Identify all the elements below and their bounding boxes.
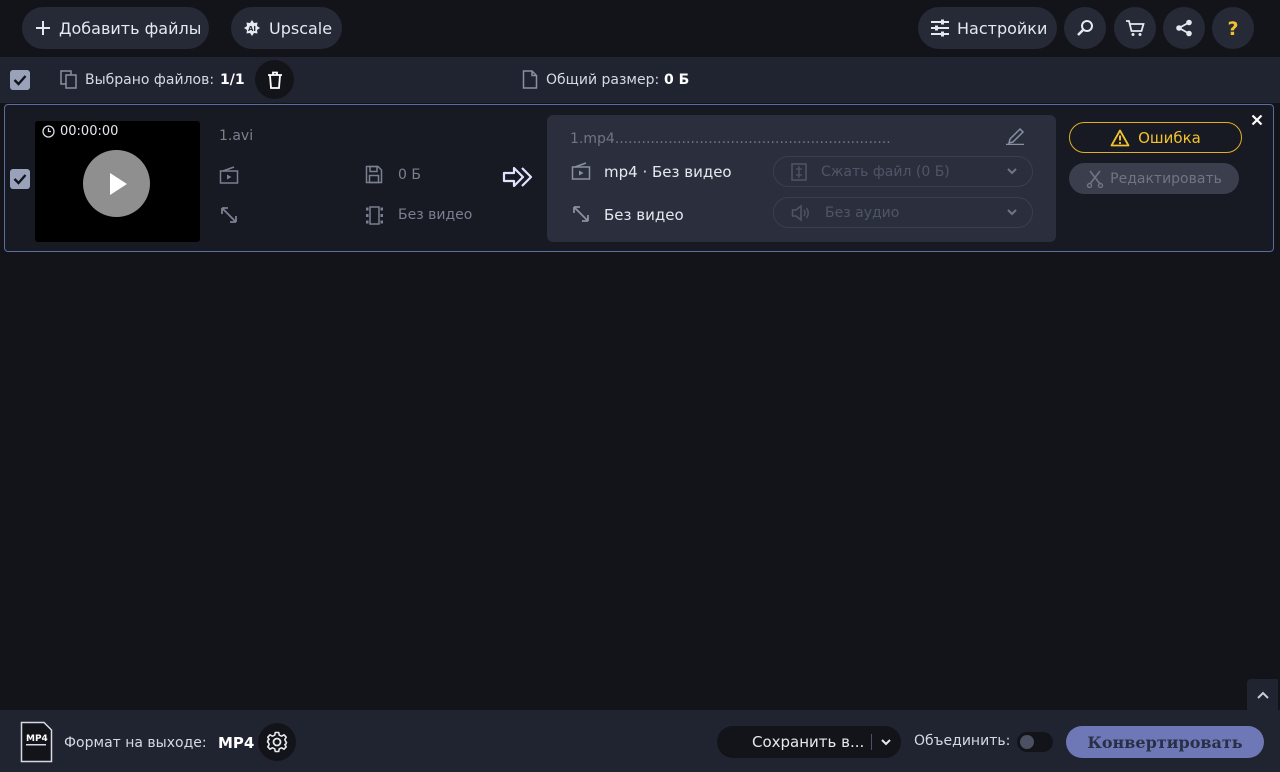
convert-button[interactable]: Конвертировать bbox=[1066, 726, 1264, 758]
sliders-icon bbox=[930, 19, 950, 37]
source-file-name: 1.avi bbox=[219, 128, 254, 144]
rename-pencil-icon[interactable] bbox=[1004, 125, 1026, 145]
save-size-icon bbox=[365, 165, 383, 184]
scissors-icon bbox=[1086, 170, 1104, 188]
audio-label: Без аудио bbox=[825, 204, 900, 221]
selection-bar: Выбрано файлов: 1/1 Общий размер: 0 Б bbox=[0, 57, 1280, 103]
compress-label: Сжать файл (0 Б) bbox=[821, 163, 950, 180]
cart-button[interactable] bbox=[1114, 7, 1156, 49]
compress-icon bbox=[791, 162, 807, 181]
chevron-up-icon bbox=[1256, 690, 1270, 700]
selected-files-value: 1/1 bbox=[220, 72, 245, 88]
svg-text:AI: AI bbox=[248, 25, 256, 33]
edit-label: Редактировать bbox=[1110, 170, 1222, 187]
error-button[interactable]: Ошибка bbox=[1069, 122, 1242, 153]
settings-label: Настройки bbox=[957, 18, 1048, 38]
source-video-info: Без видео bbox=[398, 207, 473, 223]
output-file-name[interactable]: 1.mp4...................................… bbox=[570, 131, 995, 147]
merge-label: Объединить: bbox=[914, 733, 1011, 749]
delete-button[interactable] bbox=[255, 60, 294, 99]
compress-dropdown[interactable]: Сжать файл (0 Б) bbox=[773, 156, 1033, 187]
total-size-value: 0 Б bbox=[664, 72, 690, 88]
check-icon bbox=[13, 74, 27, 86]
scroll-to-top-button[interactable] bbox=[1247, 679, 1278, 710]
film-icon bbox=[365, 206, 384, 225]
save-to-label: Сохранить в... bbox=[752, 733, 865, 751]
warning-icon bbox=[1110, 129, 1130, 147]
settings-button[interactable]: Настройки bbox=[918, 7, 1057, 49]
audio-dropdown[interactable]: Без аудио bbox=[773, 197, 1033, 228]
select-all-checkbox[interactable] bbox=[10, 70, 30, 90]
clock-icon bbox=[42, 125, 55, 138]
file-icon bbox=[522, 70, 538, 89]
output-format-file-icon[interactable]: MP4 bbox=[20, 721, 53, 763]
speaker-icon bbox=[791, 203, 811, 222]
output-format-icon bbox=[571, 162, 591, 180]
add-files-label: Добавить файлы bbox=[59, 18, 202, 38]
upscale-button[interactable]: AI Upscale bbox=[231, 7, 342, 49]
selected-files-label: Выбрано файлов: bbox=[85, 72, 215, 88]
output-format-value: MP4 bbox=[218, 734, 255, 752]
chevron-down-icon bbox=[1006, 207, 1018, 217]
file-checkbox[interactable] bbox=[10, 169, 30, 189]
edit-button[interactable]: Редактировать bbox=[1069, 163, 1239, 194]
search-button[interactable] bbox=[1064, 7, 1106, 49]
toggle-knob bbox=[1020, 735, 1034, 749]
help-button[interactable]: ? bbox=[1212, 7, 1254, 49]
source-file-size: 0 Б bbox=[398, 167, 421, 183]
cart-icon bbox=[1125, 19, 1145, 37]
share-button[interactable] bbox=[1163, 7, 1205, 49]
gear-icon bbox=[266, 731, 288, 753]
format-settings-button[interactable] bbox=[258, 723, 296, 761]
files-icon bbox=[60, 70, 78, 90]
output-resolution-icon bbox=[572, 205, 590, 223]
upscale-icon: AI bbox=[243, 19, 261, 37]
chevron-down-icon[interactable] bbox=[880, 737, 892, 747]
share-icon bbox=[1175, 19, 1193, 37]
question-icon: ? bbox=[1226, 18, 1240, 38]
remove-file-close-icon[interactable] bbox=[1251, 114, 1263, 126]
duration-label: 00:00:00 bbox=[60, 124, 119, 139]
play-button[interactable] bbox=[83, 150, 150, 217]
add-files-button[interactable]: Добавить файлы bbox=[22, 7, 209, 49]
divider bbox=[871, 734, 872, 750]
video-format-icon bbox=[219, 166, 239, 184]
output-format-value: mp4 · Без видео bbox=[604, 163, 732, 181]
convert-arrow-icon bbox=[502, 165, 534, 189]
trash-icon bbox=[267, 71, 283, 89]
upscale-label: Upscale bbox=[269, 18, 333, 38]
svg-text:?: ? bbox=[1227, 18, 1238, 38]
merge-toggle[interactable] bbox=[1017, 732, 1053, 752]
play-icon bbox=[105, 171, 129, 197]
chevron-down-icon bbox=[1006, 166, 1018, 176]
total-size-label: Общий размер: bbox=[546, 72, 660, 88]
output-format-label: Формат на выходе: bbox=[64, 735, 207, 751]
plus-icon bbox=[35, 20, 51, 36]
save-to-button[interactable]: Сохранить в... bbox=[717, 726, 901, 758]
check-icon bbox=[13, 173, 27, 185]
error-label: Ошибка bbox=[1138, 128, 1201, 147]
convert-label: Конвертировать bbox=[1087, 732, 1243, 752]
search-icon bbox=[1076, 19, 1094, 37]
output-resolution-value: Без видео bbox=[604, 206, 684, 224]
resolution-icon bbox=[220, 206, 238, 224]
top-toolbar: Добавить файлы AI Upscale Настройки ? bbox=[0, 0, 1280, 57]
format-icon-text: MP4 bbox=[26, 734, 48, 744]
